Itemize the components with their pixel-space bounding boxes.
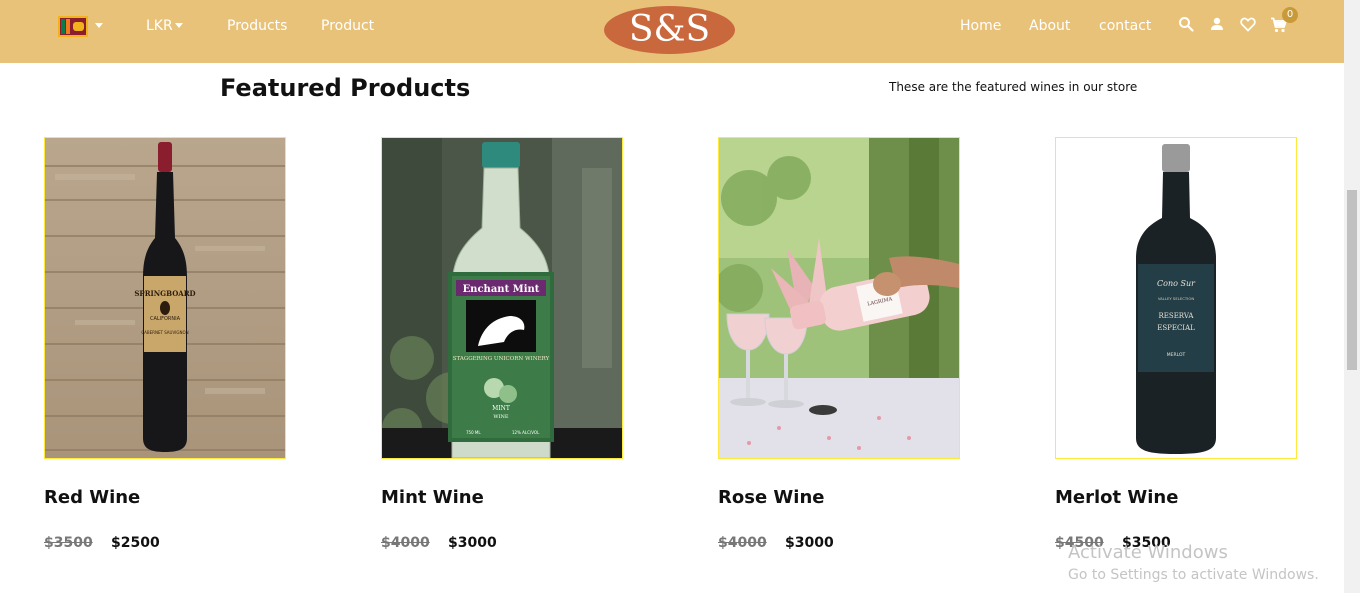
user-icon[interactable] [1210,17,1224,31]
product-card-red-wine[interactable]: SPRINGBOARD CALIFORNIA CABERNET SAUVIGNO… [44,137,286,557]
svg-text:SPRINGBOARD: SPRINGBOARD [134,289,195,298]
svg-text:CALIFORNIA: CALIFORNIA [150,316,181,322]
section-subtitle: These are the featured wines in our stor… [889,80,1138,94]
product-name[interactable]: Rose Wine [718,487,824,509]
section-title: Featured Products [220,74,471,102]
nav-link-home[interactable]: Home [960,18,1001,35]
svg-text:STAGGERING UNICORN WINERY: STAGGERING UNICORN WINERY [453,356,550,362]
product-image-mint-wine[interactable]: Enchant Mint STAGGERING UNICORN WINERY M… [381,137,623,459]
product-price: $2500 [111,535,160,551]
svg-text:12% ALC/VOL: 12% ALC/VOL [512,430,540,435]
windows-activation-title: Activate Windows [1068,542,1228,563]
svg-text:750 ML: 750 ML [466,430,481,435]
scrollbar-thumb[interactable] [1347,190,1357,370]
product-old-price: $4000 [381,535,430,551]
heart-icon[interactable] [1240,17,1256,32]
top-navbar: LKR Products Product S&S Home About cont… [0,0,1344,63]
windows-activation-subtitle: Go to Settings to activate Windows. [1068,567,1319,583]
product-price: $3000 [785,535,834,551]
nav-link-product[interactable]: Product [321,18,374,35]
product-old-price: $3500 [44,535,93,551]
svg-text:WINE: WINE [493,414,508,420]
svg-text:RESERVA: RESERVA [1159,312,1195,320]
product-image-merlot-wine[interactable]: Cono Sur VALLEY SELECTION RESERVA ESPECI… [1055,137,1297,459]
product-name[interactable]: Mint Wine [381,487,484,509]
svg-text:MERLOT: MERLOT [1167,352,1186,358]
product-image-rose-wine[interactable]: LAGRIMA [718,137,960,459]
product-card-mint-wine[interactable]: Enchant Mint STAGGERING UNICORN WINERY M… [381,137,623,557]
currency-selector[interactable]: LKR [146,18,173,35]
svg-text:MINT: MINT [492,405,510,412]
search-icon[interactable] [1178,16,1194,32]
product-image-red-wine[interactable]: SPRINGBOARD CALIFORNIA CABERNET SAUVIGNO… [44,137,286,459]
svg-text:VALLEY SELECTION: VALLEY SELECTION [1158,296,1195,301]
cart-count-badge: 0 [1282,7,1298,23]
nav-link-products[interactable]: Products [227,18,287,35]
chevron-down-icon[interactable] [95,23,103,28]
product-card-merlot-wine[interactable]: Cono Sur VALLEY SELECTION RESERVA ESPECI… [1055,137,1297,557]
svg-text:Enchant Mint: Enchant Mint [463,284,540,295]
product-old-price: $4000 [718,535,767,551]
svg-text:CABERNET SAUVIGNON: CABERNET SAUVIGNON [141,330,188,335]
product-card-rose-wine[interactable]: LAGRIMA Rose Wine $4000 $3000 [718,137,960,557]
product-name[interactable]: Merlot Wine [1055,487,1178,509]
svg-text:ESPECIAL: ESPECIAL [1157,324,1195,332]
sri-lanka-flag-icon[interactable] [58,16,88,37]
product-price: $3000 [448,535,497,551]
product-name[interactable]: Red Wine [44,487,140,509]
svg-text:Cono Sur: Cono Sur [1157,279,1196,288]
nav-link-contact[interactable]: contact [1099,18,1151,35]
chevron-down-icon[interactable] [175,23,183,28]
site-logo[interactable]: S&S [604,6,735,54]
nav-link-about[interactable]: About [1029,18,1070,35]
